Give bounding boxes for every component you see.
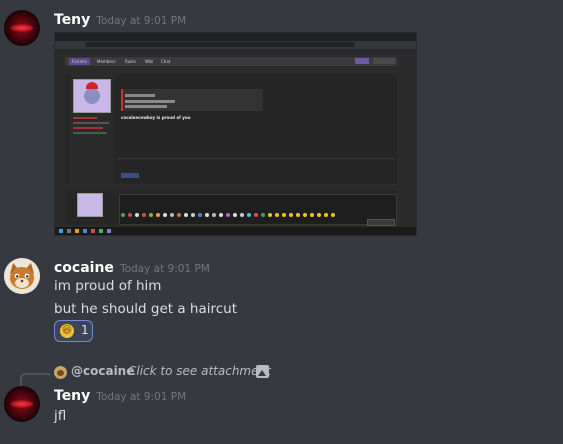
message-teny-1: Teny Today at 9:01 PM Forums Members Rule…	[0, 0, 563, 240]
forum-tab-members: Members	[97, 59, 116, 64]
forum-tab-forums: Forums	[69, 58, 90, 65]
reply-username[interactable]: @cocaine	[71, 364, 134, 378]
message-header: Teny Today at 9:01 PM	[54, 12, 186, 28]
forum-post-userinfo	[69, 113, 115, 137]
username[interactable]: Teny	[54, 12, 90, 28]
message-header: Teny Today at 9:01 PM	[54, 388, 186, 404]
message-header: cocaine Today at 9:01 PM	[54, 260, 210, 276]
forum-post-reply-button	[367, 219, 395, 226]
forum-tab-chat: Chat	[161, 59, 171, 64]
browser-bookmarks-bar	[55, 49, 416, 56]
browser-address-bar	[85, 42, 355, 47]
forum-like-button	[121, 173, 139, 178]
message-line-1: im proud of him	[54, 278, 162, 294]
forum-emoji-row	[121, 213, 381, 218]
laughing-emoji-icon: 😆	[60, 324, 74, 338]
forum-reply-avatar	[77, 193, 103, 217]
forum-post-text: cocainecowboy is proud of you	[121, 115, 191, 120]
username[interactable]: cocaine	[54, 260, 114, 276]
timestamp: Today at 9:01 PM	[96, 391, 187, 403]
reaction-count: 1	[81, 323, 89, 337]
timestamp: Today at 9:01 PM	[96, 15, 187, 27]
browser-tab-bar	[55, 33, 416, 41]
timestamp: Today at 9:01 PM	[119, 263, 210, 275]
image-icon	[256, 365, 269, 378]
image-attachment[interactable]: Forums Members Rules Wiki Chat cocaineco…	[54, 32, 417, 236]
reaction-button[interactable]: 😆 1	[54, 320, 93, 342]
username[interactable]: Teny	[54, 388, 90, 404]
avatar[interactable]	[4, 386, 40, 422]
cat-avatar-icon	[4, 258, 40, 294]
forum-post-avatar	[73, 79, 111, 113]
forum-tab-wiki: Wiki	[145, 59, 154, 64]
message-line-2: but he should get a haircut	[54, 301, 238, 317]
forum-tab-rules: Rules	[125, 59, 136, 64]
forum-search-icon	[373, 58, 395, 64]
message-teny-2: Teny Today at 9:01 PM jfl	[0, 380, 563, 440]
forum-reply-editor	[119, 194, 397, 225]
forum-user-menu	[355, 58, 369, 64]
avatar[interactable]	[4, 258, 40, 294]
avatar[interactable]	[4, 10, 40, 46]
message-text: jfl	[54, 408, 67, 424]
reply-avatar[interactable]	[54, 366, 67, 379]
reply-preview-text[interactable]: Click to see attachment	[128, 364, 271, 378]
forum-post-divider	[117, 158, 395, 159]
